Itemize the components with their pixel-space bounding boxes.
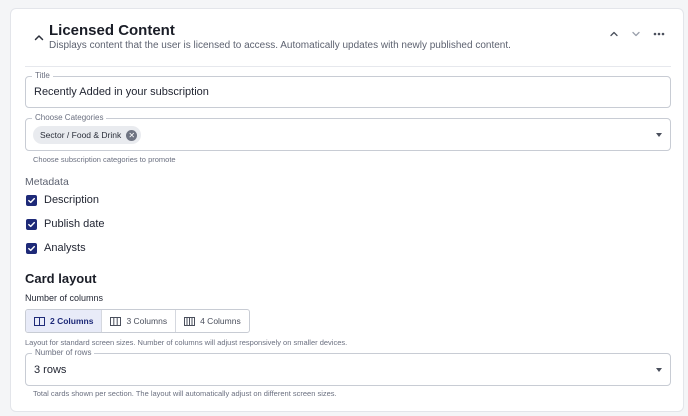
card-layout-heading: Card layout [25, 271, 97, 286]
licensed-content-panel: Licensed Content Displays content that t… [10, 8, 684, 412]
two-columns-icon [34, 316, 45, 326]
more-options-icon[interactable] [651, 26, 667, 42]
checkbox-checked-icon[interactable] [26, 194, 37, 206]
rows-legend: Number of rows [32, 348, 95, 358]
categories-select[interactable]: Choose Categories Sector / Food & Drink … [25, 113, 671, 151]
rows-caret-down-icon[interactable] [656, 368, 662, 372]
metadata-checkbox-analysts[interactable]: Analysts [26, 242, 86, 254]
checkbox-checked-icon[interactable] [26, 218, 37, 230]
metadata-label: Metadata [25, 176, 69, 188]
categories-caret-down-icon[interactable] [656, 133, 662, 137]
rows-help-text: Total cards shown per section. The layou… [33, 389, 337, 398]
three-columns-icon [110, 316, 122, 326]
columns-option-label: 3 Columns [126, 316, 168, 326]
collapse-chevron-up-icon[interactable] [32, 31, 46, 45]
columns-option-2[interactable]: 2 Columns [26, 310, 103, 332]
title-input[interactable]: Recently Added in your subscription [34, 86, 209, 98]
rows-select[interactable]: Number of rows 3 rows [25, 348, 671, 386]
title-field[interactable]: Title Recently Added in your subscriptio… [25, 71, 671, 108]
chip-remove-icon[interactable]: ✕ [126, 129, 138, 141]
columns-segmented-control: 2 Columns 3 Columns 4 Columns [25, 309, 250, 333]
columns-option-label: 4 Columns [200, 316, 241, 326]
categories-help-text: Choose subscription categories to promot… [33, 155, 176, 164]
columns-label: Number of columns [25, 293, 104, 303]
metadata-checkbox-description[interactable]: Description [26, 194, 99, 206]
columns-option-4[interactable]: 4 Columns [176, 310, 249, 332]
title-field-legend: Title [32, 71, 53, 81]
panel-title: Licensed Content [49, 22, 175, 39]
move-down-chevron-down-icon[interactable] [628, 26, 644, 42]
checkbox-checked-icon[interactable] [26, 242, 37, 254]
checkbox-label: Description [44, 194, 100, 206]
move-up-chevron-up-icon[interactable] [606, 26, 622, 42]
panel-subtitle: Displays content that the user is licens… [49, 40, 511, 51]
checkbox-label: Publish date [44, 218, 105, 230]
category-chip: Sector / Food & Drink ✕ [33, 126, 142, 144]
checkbox-label: Analysts [44, 242, 86, 254]
columns-help-text: Layout for standard screen sizes. Number… [25, 338, 348, 347]
rows-value: 3 rows [34, 364, 67, 376]
metadata-checkbox-publish-date[interactable]: Publish date [26, 218, 105, 230]
categories-legend: Choose Categories [32, 113, 107, 123]
category-chip-label: Sector / Food & Drink [40, 130, 122, 140]
columns-option-label: 2 Columns [50, 316, 94, 326]
columns-option-3[interactable]: 3 Columns [102, 310, 177, 332]
four-columns-icon [184, 316, 196, 326]
header-divider [25, 66, 671, 67]
